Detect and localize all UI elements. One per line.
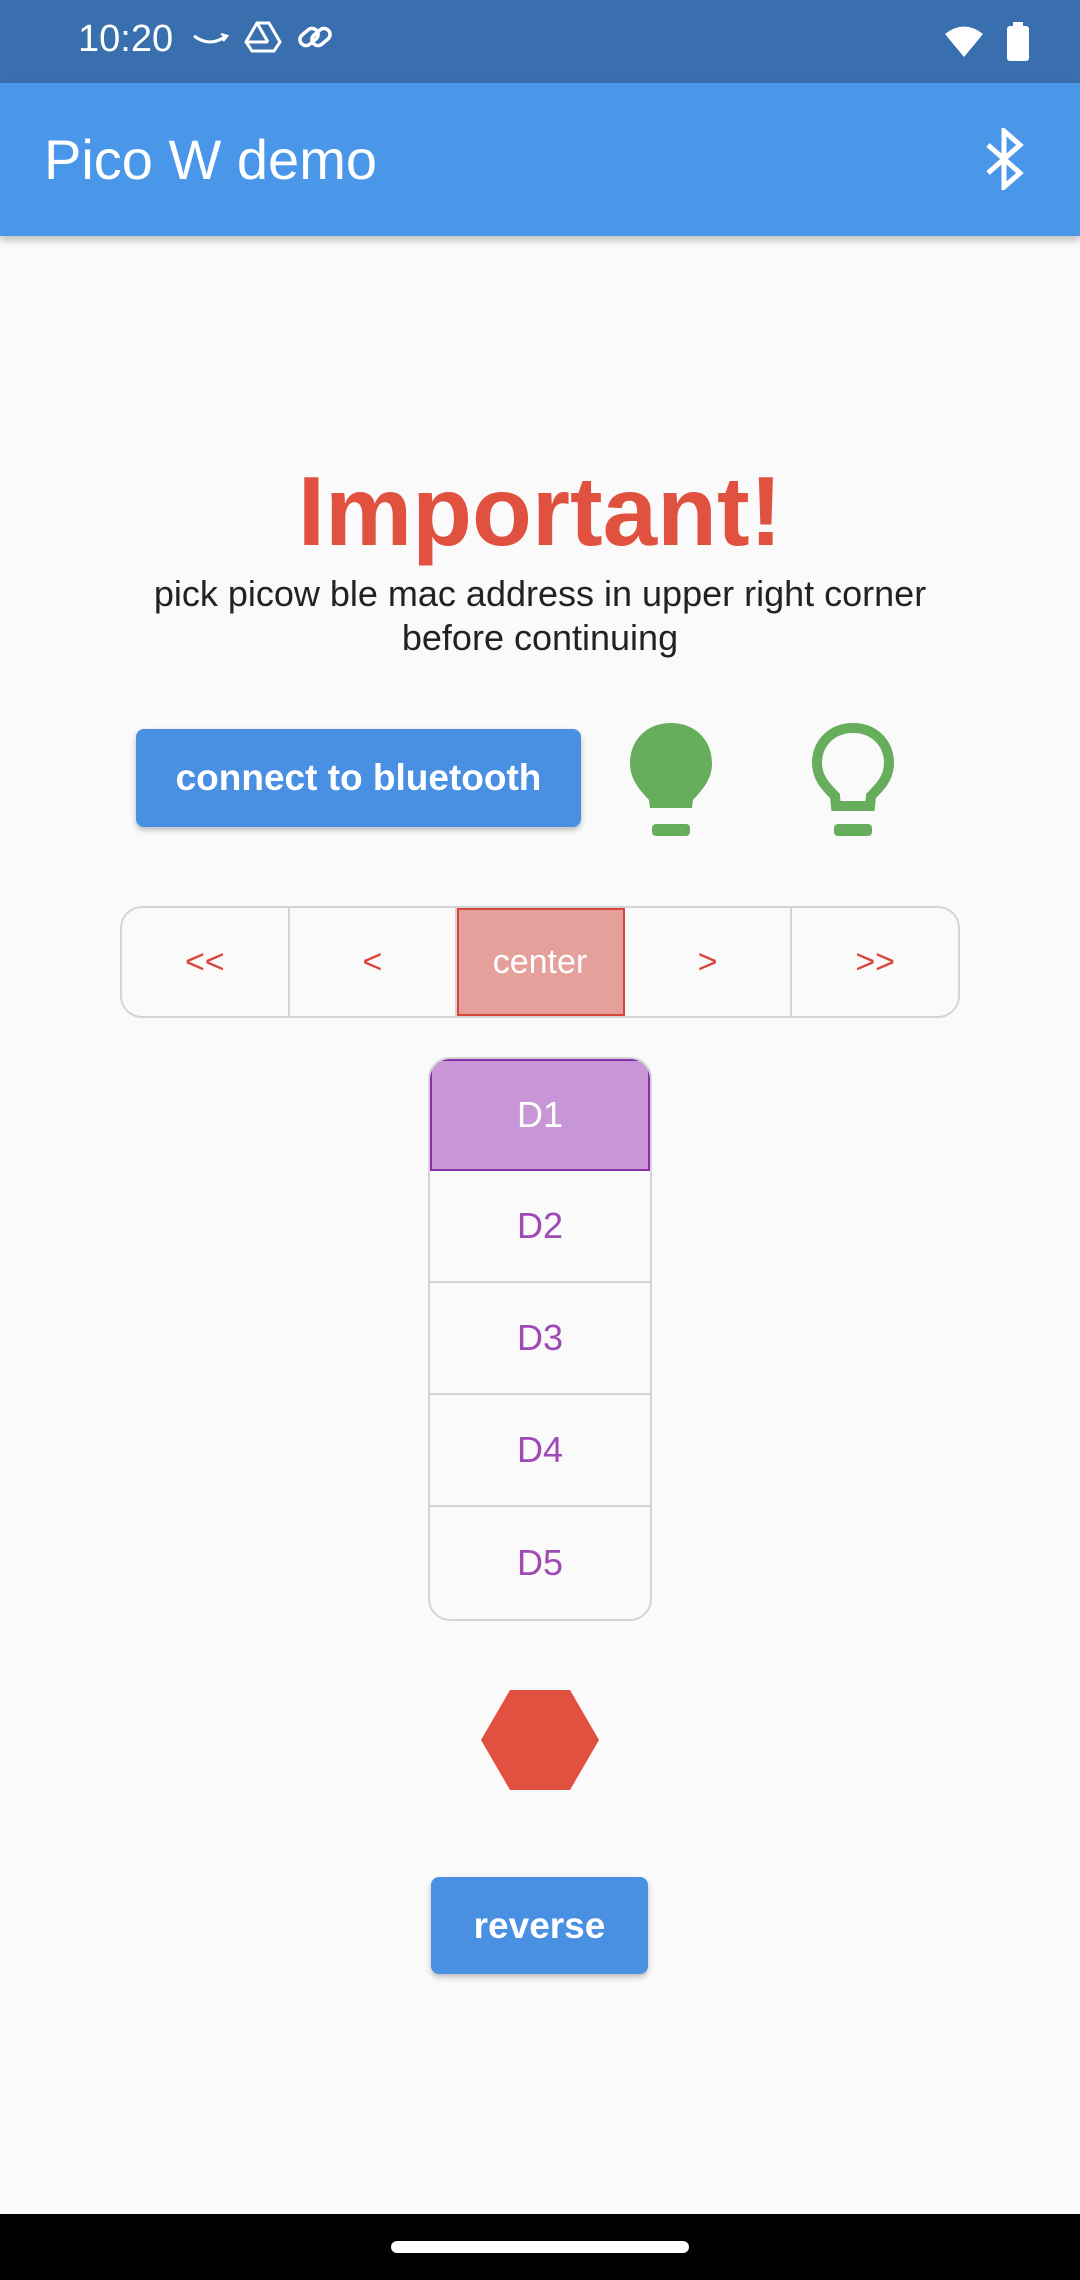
- segment-right[interactable]: >: [625, 908, 793, 1016]
- status-icons-left: [190, 20, 334, 59]
- lightbulb-outline-icon: [808, 720, 898, 840]
- status-icons-right: [944, 22, 1030, 67]
- bluetooth-icon: [982, 124, 1028, 195]
- battery-icon: [1006, 22, 1030, 67]
- reverse-button[interactable]: reverse: [431, 1877, 648, 1974]
- status-bar: 10:20: [0, 0, 1080, 83]
- app-bar: Pico W demo: [0, 83, 1080, 236]
- segment-left[interactable]: <: [290, 908, 458, 1016]
- segment-d3[interactable]: D3: [430, 1283, 650, 1395]
- important-heading: Important!: [297, 456, 783, 566]
- connect-bluetooth-button[interactable]: connect to bluetooth: [136, 729, 581, 827]
- app-title: Pico W demo: [44, 128, 377, 191]
- speed-segmented-control: D1 D2 D3 D4 D5: [428, 1057, 652, 1621]
- home-handle[interactable]: [391, 2241, 689, 2253]
- amazon-smile-icon: [190, 22, 230, 57]
- bluetooth-button[interactable]: [970, 123, 1040, 199]
- status-time: 10:20: [78, 18, 174, 60]
- link-icon: [296, 20, 334, 59]
- segment-far-left[interactable]: <<: [122, 908, 290, 1016]
- direction-segmented-control: << < center > >>: [120, 906, 960, 1018]
- lightbulb-filled-icon: [626, 720, 716, 840]
- segment-d1[interactable]: D1: [430, 1059, 650, 1171]
- instruction-text: pick picow ble mac address in upper righ…: [153, 573, 927, 658]
- segment-d5[interactable]: D5: [430, 1507, 650, 1619]
- drive-icon: [244, 20, 282, 59]
- navigation-bar: [0, 2214, 1080, 2280]
- hexagon-icon: [480, 1688, 600, 1792]
- wifi-icon: [944, 25, 984, 64]
- segment-d2[interactable]: D2: [430, 1171, 650, 1283]
- segment-far-right[interactable]: >>: [792, 908, 958, 1016]
- segment-center[interactable]: center: [457, 908, 625, 1016]
- segment-d4[interactable]: D4: [430, 1395, 650, 1507]
